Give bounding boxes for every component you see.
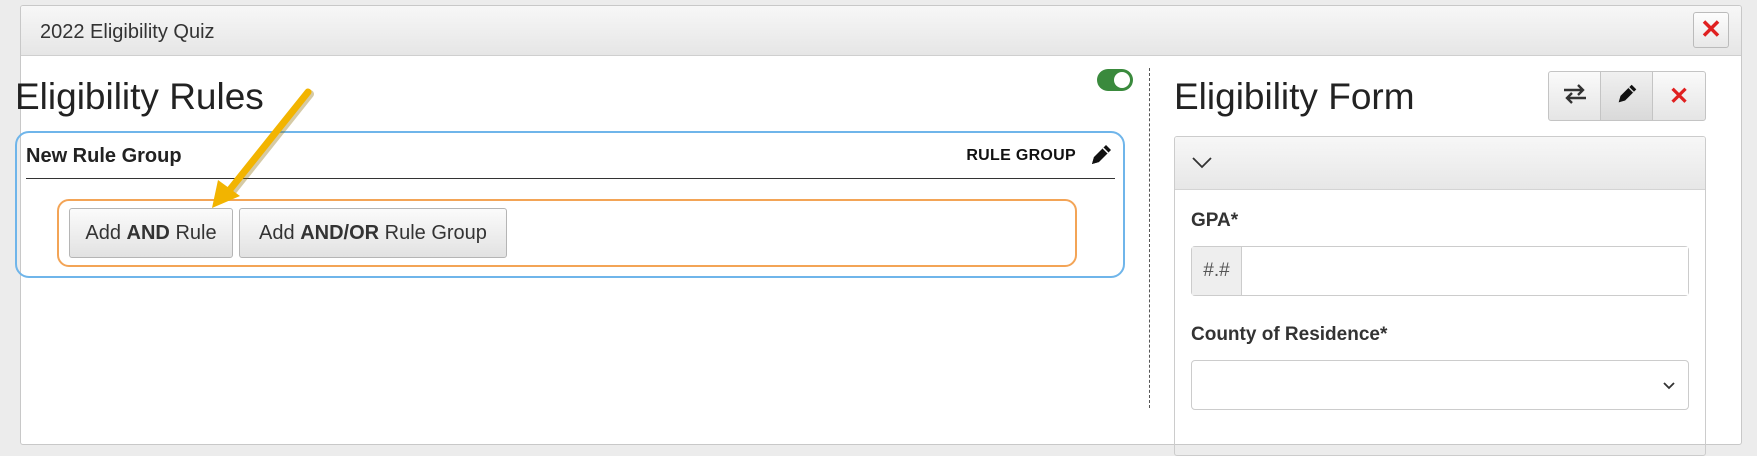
form-title: Eligibility Form bbox=[1174, 76, 1415, 117]
rule-group-name: New Rule Group bbox=[26, 145, 182, 167]
swap-button[interactable] bbox=[1549, 72, 1601, 120]
modal-close-button[interactable]: ✕ bbox=[1693, 12, 1729, 48]
close-icon: ✕ bbox=[1700, 14, 1722, 44]
chevron-down-icon[interactable] bbox=[1191, 153, 1213, 171]
swap-icon bbox=[1562, 83, 1588, 110]
gpa-format-addon: #.# bbox=[1192, 247, 1242, 295]
rule-group-type-label: RULE GROUP bbox=[966, 147, 1076, 164]
panel-divider bbox=[1149, 68, 1150, 408]
add-and-rule-button[interactable]: Add AND Rule bbox=[69, 208, 233, 258]
rules-title: Eligibility Rules bbox=[15, 76, 264, 117]
form-toolbar: ✕ bbox=[1548, 71, 1706, 121]
pencil-icon[interactable] bbox=[1087, 141, 1115, 169]
close-icon: ✕ bbox=[1668, 82, 1690, 110]
county-label: County of Residence* bbox=[1191, 324, 1388, 345]
gpa-input[interactable] bbox=[1242, 247, 1688, 295]
form-panel-header[interactable] bbox=[1175, 137, 1705, 190]
add-andor-rule-group-button[interactable]: Add AND/OR Rule Group bbox=[239, 208, 507, 258]
rule-group-divider bbox=[26, 178, 1115, 179]
county-select[interactable] bbox=[1191, 360, 1689, 410]
rules-enabled-toggle[interactable] bbox=[1097, 69, 1133, 91]
edit-button[interactable] bbox=[1601, 72, 1653, 120]
modal-title: 2022 Eligibility Quiz bbox=[40, 21, 215, 43]
rule-group: New Rule Group RULE GROUP Add AND Rule A… bbox=[15, 131, 1125, 278]
delete-button[interactable]: ✕ bbox=[1653, 72, 1705, 120]
modal-header: 2022 Eligibility Quiz ✕ bbox=[21, 6, 1741, 56]
gpa-input-group: #.# bbox=[1191, 246, 1689, 296]
rule-actions-box: Add AND Rule Add AND/OR Rule Group bbox=[57, 199, 1077, 267]
pencil-icon bbox=[1614, 81, 1640, 112]
chevron-down-icon bbox=[1662, 379, 1676, 391]
gpa-label: GPA* bbox=[1191, 210, 1239, 231]
